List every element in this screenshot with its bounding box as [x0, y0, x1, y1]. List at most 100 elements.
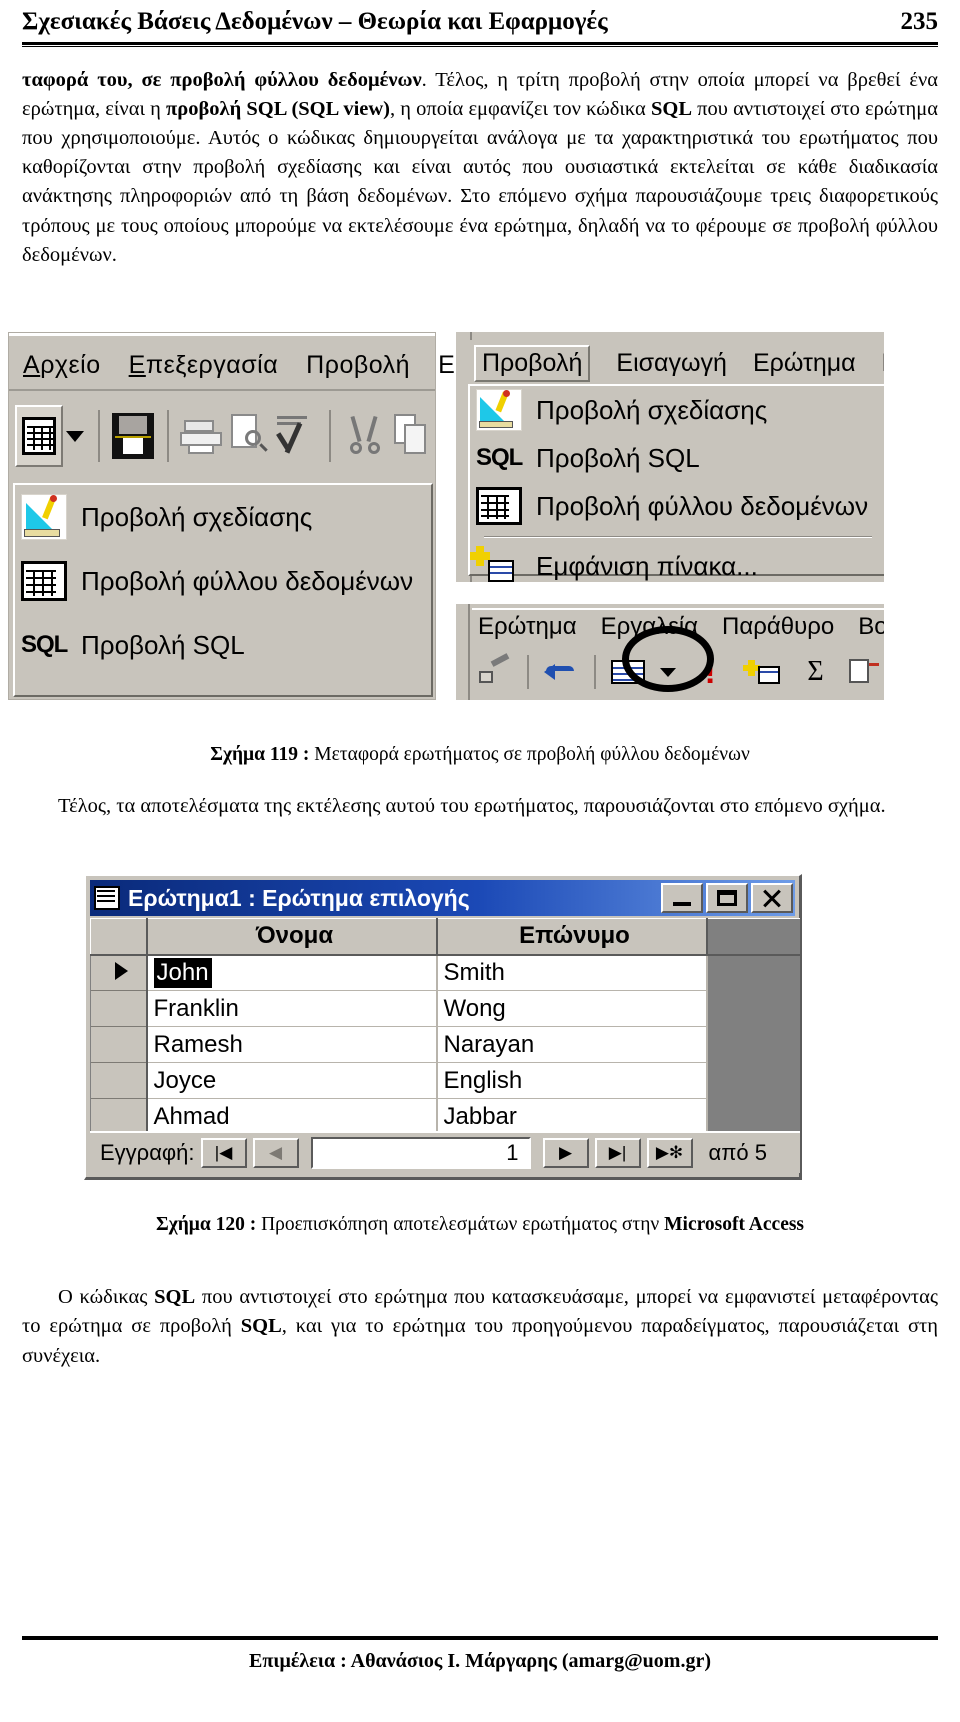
close-button[interactable]: [751, 883, 793, 913]
menu-item-view-right[interactable]: Προβολή: [474, 344, 591, 382]
menu-item-design-view-r[interactable]: Προβολή σχεδίασης: [470, 386, 884, 434]
table-row[interactable]: Franklin Wong: [90, 990, 800, 1027]
toolbar-divider-2: [166, 410, 169, 462]
menubar-separator: [9, 389, 435, 391]
toolbar-divider-1: [97, 410, 100, 462]
access-window-right-top: Προβολή Εισαγωγή Ερώτημα Εργα Προβολή σχ…: [456, 332, 884, 582]
menu-item-datasheet-view[interactable]: Προβολή φύλλου δεδομένων: [15, 549, 431, 613]
view-dropdown-button[interactable]: [63, 405, 88, 467]
view-datasheet-button[interactable]: [15, 405, 63, 467]
next-record-button[interactable]: ▶: [542, 1138, 589, 1168]
menu-insert-right-label: Εισαγωγή: [616, 348, 727, 377]
column-header-lastname[interactable]: Επώνυμο: [436, 918, 708, 956]
cell-firstname[interactable]: John: [146, 954, 438, 991]
menu-view-label: Προβολή: [306, 350, 411, 379]
row-selector[interactable]: [90, 990, 148, 1027]
p2-text: Τέλος, τα αποτελέσματα της εκτέλεσης αυτ…: [58, 795, 886, 817]
menu-view-right-label: Προβολή: [482, 348, 583, 377]
caption-119-label: Σχήμα 119 :: [210, 744, 315, 765]
p1-bold-2: προβολή SQL (SQL view): [166, 98, 390, 121]
menu-item-window-b[interactable]: Παράθυρο: [722, 613, 834, 641]
totals-button[interactable]: Σ: [792, 650, 839, 694]
running-head: Σχεσιακές Βάσεις Δεδομένων – Θεωρία και …: [22, 8, 938, 36]
cell-lastname[interactable]: Smith: [436, 954, 708, 991]
minimize-button[interactable]: [661, 883, 703, 913]
row-selector-header[interactable]: [90, 918, 148, 956]
p1-bold-3: SQL: [650, 98, 692, 121]
cut-button[interactable]: [341, 405, 388, 467]
footer-text: Επιμέλεια : Αθανάσιος Ι. Μάργαρης (amarg…: [249, 1650, 711, 1672]
row-selector[interactable]: [90, 1062, 148, 1099]
caption-120-bold-tail: Microsoft Access: [664, 1214, 805, 1235]
sql-view-icon: SQL: [476, 444, 523, 471]
format-painter-icon: [477, 653, 513, 689]
row-filler: [706, 954, 800, 991]
menu-item-show-table[interactable]: Εμφάνιση πίνακα...: [470, 544, 884, 582]
cell-lastname[interactable]: Jabbar: [436, 1098, 708, 1132]
maximize-button[interactable]: [706, 883, 748, 913]
table-header-row: Όνομα Επώνυμο: [90, 918, 800, 956]
current-record-input[interactable]: 1: [310, 1137, 531, 1169]
row-selector-current[interactable]: [90, 954, 148, 991]
document-page: Σχεσιακές Βάσεις Δεδομένων – Θεωρία και …: [0, 0, 960, 1722]
undo-button[interactable]: [537, 650, 586, 694]
properties-button[interactable]: [841, 650, 884, 694]
menu-item-help-b[interactable]: Βοή: [858, 613, 884, 641]
menu-label-datasheet-view-r: Προβολή φύλλου δεδομένων: [536, 490, 869, 521]
window-titlebar[interactable]: Ερώτημα1 : Ερώτημα επιλογής: [90, 880, 795, 916]
menu-label-sql-view-r: Προβολή SQL: [536, 442, 700, 473]
spelling-button[interactable]: [272, 405, 319, 467]
print-button[interactable]: [179, 405, 226, 467]
row-selector[interactable]: [90, 1098, 148, 1132]
menu-item-tools-right[interactable]: Εργα: [882, 349, 884, 378]
menu-item-edit[interactable]: Επεξεργασία: [129, 351, 279, 380]
menu-label-datasheet-view: Προβολή φύλλου δεδομένων: [81, 565, 414, 596]
copy-button[interactable]: [388, 405, 435, 467]
menu-item-design-view[interactable]: Προβολή σχεδίασης: [15, 485, 431, 549]
menu-item-datasheet-view-r[interactable]: Προβολή φύλλου δεδομένων: [470, 482, 884, 530]
menu-item-view[interactable]: Προβολή: [306, 351, 410, 380]
column-header-firstname[interactable]: Όνομα: [146, 918, 438, 956]
access-window-right-bottom: Ερώτημα Εργαλεία Παράθυρο Βοή: [456, 604, 884, 700]
cell-lastname[interactable]: Wong: [436, 990, 708, 1027]
menu-item-sql-view-r[interactable]: SQL Προβολή SQL: [470, 434, 884, 482]
menu-item-query-b[interactable]: Ερώτημα: [478, 613, 577, 641]
cell-firstname[interactable]: Ahmad: [146, 1098, 438, 1132]
menu-item-file[interactable]: Αρχείο: [23, 351, 101, 380]
query-datasheet-icon: [94, 886, 120, 910]
row-selector[interactable]: [90, 1026, 148, 1063]
last-record-button[interactable]: ▶|: [594, 1138, 641, 1168]
menu-window-b-label: Παράθυρο: [722, 613, 835, 640]
table-row[interactable]: Ramesh Narayan: [90, 1026, 800, 1063]
table-row[interactable]: Joyce English: [90, 1062, 800, 1099]
menu-item-insert-right[interactable]: Εισαγωγή: [616, 349, 727, 378]
p1-bold-1: ταφορά του, σε προβολή φύλλου δεδομένων: [22, 69, 422, 91]
cell-firstname[interactable]: Ramesh: [146, 1026, 438, 1063]
p3-bold-2: SQL: [240, 1315, 282, 1338]
record-label: Εγγραφή:: [100, 1140, 195, 1165]
design-view-icon: [21, 494, 67, 540]
cell-lastname[interactable]: English: [436, 1062, 708, 1099]
print-preview-button[interactable]: [225, 405, 272, 467]
record-total-label: από 5: [708, 1140, 768, 1165]
menu-item-sql-view[interactable]: SQL Προβολή SQL: [15, 613, 431, 677]
row-filler: [706, 990, 800, 1027]
cell-firstname[interactable]: Joyce: [146, 1062, 438, 1099]
row-filler: [706, 1098, 800, 1132]
undo-icon: [544, 660, 578, 684]
new-record-button[interactable]: ▶✻: [646, 1138, 693, 1168]
show-table-button[interactable]: [739, 650, 790, 694]
format-painter-button[interactable]: [472, 650, 519, 694]
table-row[interactable]: Ahmad Jabbar: [90, 1098, 800, 1132]
menu-query-right-label: Ερώτημα: [752, 348, 856, 377]
first-record-button[interactable]: |◀: [200, 1138, 247, 1168]
table-row[interactable]: John Smith: [90, 954, 800, 991]
view-dropdown-menu-right: Προβολή σχεδίασης SQL Προβολή SQL Προβολ…: [468, 384, 884, 582]
datasheet-view-icon: [476, 487, 522, 525]
cell-lastname[interactable]: Narayan: [436, 1026, 708, 1063]
menu-item-query-right[interactable]: Ερώτημα: [753, 349, 856, 378]
save-button[interactable]: [110, 405, 157, 467]
cell-firstname[interactable]: Franklin: [146, 990, 438, 1027]
design-view-icon: [476, 389, 522, 431]
previous-record-button[interactable]: ◀: [252, 1138, 299, 1168]
